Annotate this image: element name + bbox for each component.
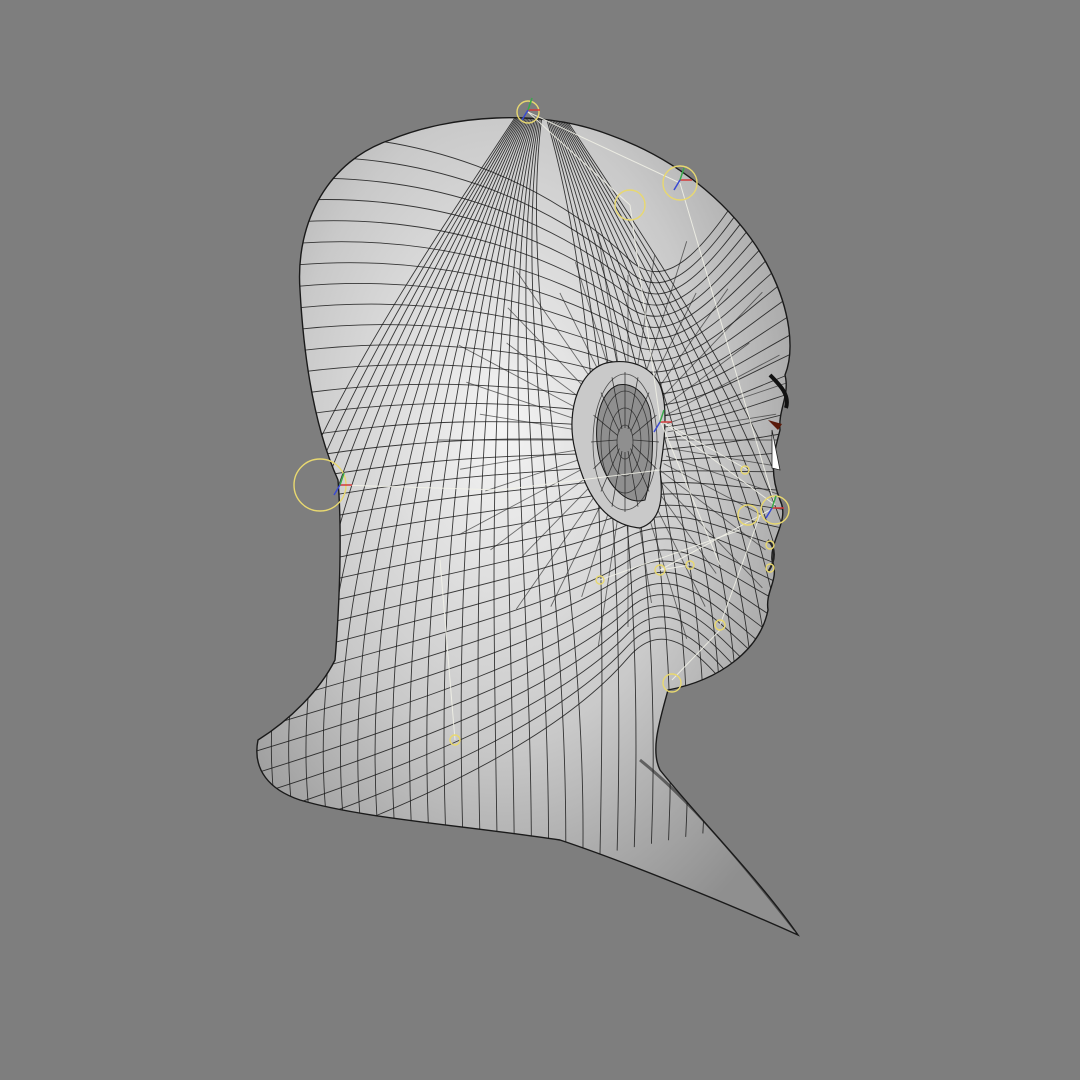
viewport-canvas[interactable] bbox=[0, 0, 1080, 1080]
3d-viewport[interactable] bbox=[0, 0, 1080, 1080]
